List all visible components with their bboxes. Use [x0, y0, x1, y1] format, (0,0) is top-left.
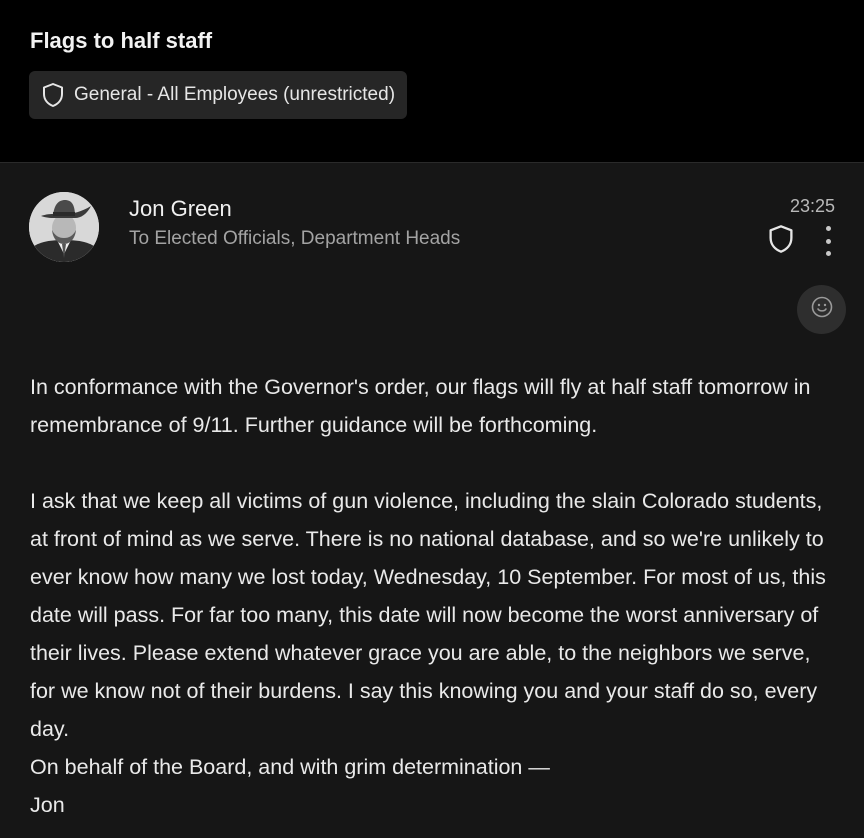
smiley-icon: [810, 295, 834, 324]
sensitivity-shield-button[interactable]: [766, 224, 796, 259]
more-vertical-icon-dot: [825, 251, 831, 256]
sensitivity-label-button[interactable]: General - All Employees (unrestricted): [29, 71, 408, 119]
message-view: Flags to half staff General - All Employ…: [0, 0, 864, 838]
sensitivity-label-text: General - All Employees (unrestricted): [74, 84, 396, 105]
sender-name[interactable]: Jon Green: [129, 196, 232, 222]
recipients[interactable]: To Elected Officials, Department Heads: [129, 228, 460, 250]
shield-icon: [41, 82, 65, 108]
message-header: Flags to half staff General - All Employ…: [0, 0, 864, 163]
more-options-button[interactable]: [818, 226, 838, 256]
message-subject: Flags to half staff: [30, 28, 213, 53]
add-reaction-button[interactable]: [797, 285, 846, 334]
message-body: In conformance with the Governor's order…: [30, 368, 840, 824]
more-vertical-icon-dot: [825, 238, 831, 244]
avatar-photo: [29, 192, 99, 262]
body-paragraph: In conformance with the Governor's order…: [30, 375, 811, 437]
body-signature: Jon: [30, 793, 65, 817]
message-time: 23:25: [789, 196, 835, 216]
avatar[interactable]: [29, 192, 99, 262]
shield-icon: [767, 224, 795, 259]
more-vertical-icon: [825, 226, 831, 231]
body-closing: On behalf of the Board, and with grim de…: [30, 755, 550, 779]
body-paragraph: I ask that we keep all victims of gun vi…: [30, 489, 826, 741]
